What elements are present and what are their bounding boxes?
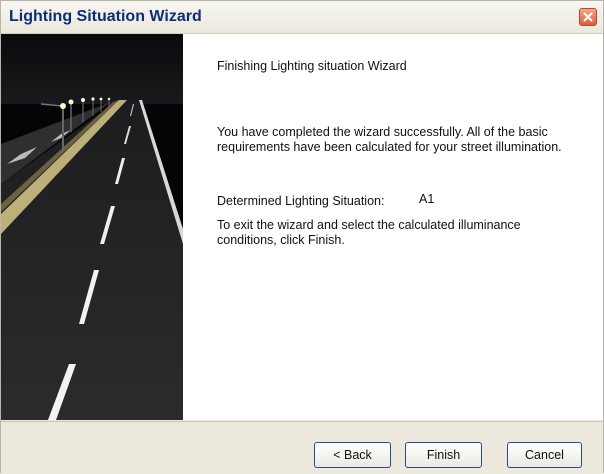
close-button[interactable] [579,8,597,26]
window-title: Lighting Situation Wizard [9,8,202,25]
lighting-situation-value: A1 [419,192,435,206]
lighting-situation-row: Determined Lighting Situation: A1 [217,192,577,210]
button-bar: < Back Finish Cancel [1,421,603,474]
completion-text: You have completed the wizard successful… [217,125,562,154]
title-bar: Lighting Situation Wizard [1,1,603,34]
lighting-situation-label: Determined Lighting Situation: [217,194,385,208]
wizard-heading: Finishing Lighting situation Wizard [217,59,407,73]
close-icon [583,12,593,22]
street-road-night-image [1,34,183,420]
back-button[interactable]: < Back [314,442,391,468]
cancel-button[interactable]: Cancel [507,442,582,468]
wizard-window: Lighting Situation Wizard Finishing Ligh… [0,0,604,474]
wizard-content: Finishing Lighting situation Wizard You … [1,34,603,420]
finish-button[interactable]: Finish [405,442,482,468]
exit-instructions: To exit the wizard and select the calcul… [217,218,521,247]
